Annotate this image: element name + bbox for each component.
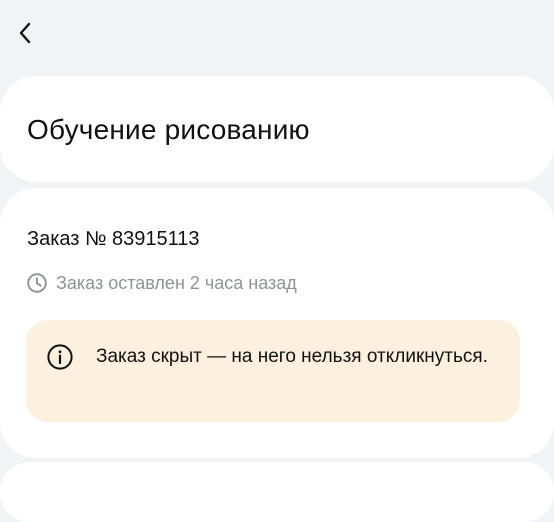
next-card — [0, 462, 554, 522]
clock-icon — [27, 273, 47, 293]
order-posted-time: Заказ оставлен 2 часа назад — [26, 268, 297, 298]
notice-text: Заказ скрыт — на него нельзя откликнутьс… — [96, 346, 488, 367]
order-number: Заказ № 83915113 — [27, 228, 200, 250]
back-button[interactable] — [6, 14, 44, 52]
top-bar — [0, 0, 554, 70]
page-title: Обучение рисованию — [27, 114, 310, 145]
chevron-left-icon — [19, 22, 31, 44]
order-posted-label: Заказ оставлен 2 часа назад — [56, 272, 297, 293]
info-icon — [47, 344, 73, 370]
hidden-order-notice — [26, 320, 520, 422]
